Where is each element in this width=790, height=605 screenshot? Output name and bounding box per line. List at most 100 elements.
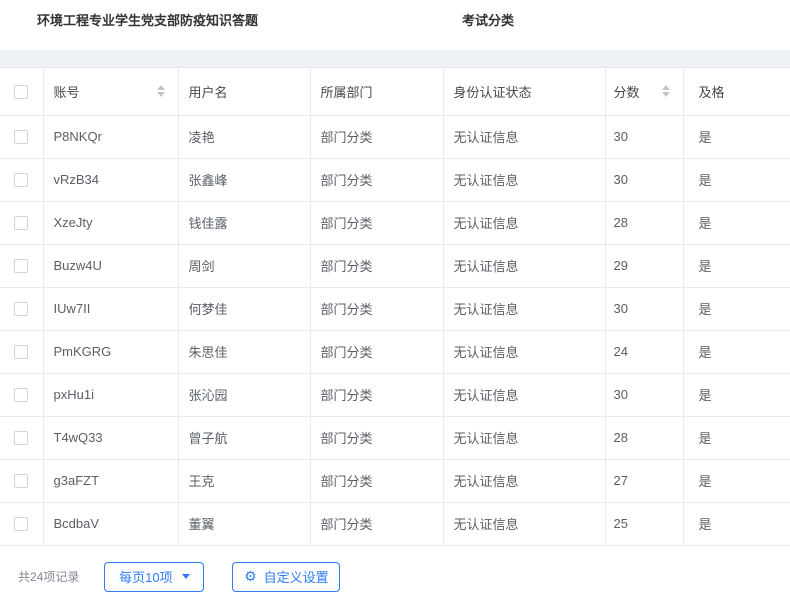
cell-department: 部门分类 (310, 373, 443, 416)
cell-pass: 是 (683, 287, 790, 330)
cell-auth_status: 无认证信息 (443, 201, 605, 244)
row-checkbox[interactable] (14, 302, 28, 316)
cell-account: PmKGRG (43, 330, 178, 373)
cell-username: 曾子航 (178, 416, 310, 459)
table-footer: 共24项记录 每页10项 ⚙ 自定义设置 (0, 546, 790, 595)
page-size-dropdown[interactable]: 每页10项 (104, 562, 204, 592)
cell-department: 部门分类 (310, 201, 443, 244)
cell-department: 部门分类 (310, 416, 443, 459)
table-row: IUw7II何梦佳部门分类无认证信息30是 (0, 287, 790, 330)
gear-icon: ⚙ (244, 570, 257, 584)
page-size-label: 每页10项 (119, 567, 172, 586)
column-header-label: 身份认证状态 (454, 85, 532, 100)
cell-department: 部门分类 (310, 459, 443, 502)
cell-account: vRzB34 (43, 158, 178, 201)
cell-score: 30 (605, 373, 683, 416)
column-header-account[interactable]: 账号 (43, 68, 178, 115)
row-checkbox[interactable] (14, 517, 28, 531)
row-checkbox[interactable] (14, 474, 28, 488)
cell-username: 钱佳露 (178, 201, 310, 244)
cell-username: 张鑫峰 (178, 158, 310, 201)
table-header-row: 账号 用户名 所属部门 身份认证状态 分数 及格 (0, 68, 790, 115)
cell-department: 部门分类 (310, 244, 443, 287)
cell-pass: 是 (683, 416, 790, 459)
sort-caret-icon (662, 85, 670, 97)
table-row: T4wQ33曾子航部门分类无认证信息28是 (0, 416, 790, 459)
cell-score: 30 (605, 115, 683, 158)
column-header-label: 账号 (54, 85, 80, 100)
table-row: XzeJty钱佳露部门分类无认证信息28是 (0, 201, 790, 244)
cell-score: 27 (605, 459, 683, 502)
cell-auth_status: 无认证信息 (443, 502, 605, 545)
row-checkbox[interactable] (14, 259, 28, 273)
column-header-pass: 及格 (683, 68, 790, 115)
cell-pass: 是 (683, 115, 790, 158)
cell-department: 部门分类 (310, 287, 443, 330)
cell-username: 董翼 (178, 502, 310, 545)
cell-score: 28 (605, 416, 683, 459)
row-checkbox-cell (0, 502, 43, 545)
cell-department: 部门分类 (310, 330, 443, 373)
exam-category-label: 考试分类 (462, 10, 514, 29)
exam-results-table: 账号 用户名 所属部门 身份认证状态 分数 及格 P8NKQr凌艳部门分类无认证信息30是… (0, 68, 790, 546)
cell-account: pxHu1i (43, 373, 178, 416)
row-checkbox-cell (0, 459, 43, 502)
row-checkbox[interactable] (14, 216, 28, 230)
column-header-auth_status: 身份认证状态 (443, 68, 605, 115)
cell-account: T4wQ33 (43, 416, 178, 459)
column-header-label: 所属部门 (321, 85, 373, 100)
cell-score: 29 (605, 244, 683, 287)
cell-auth_status: 无认证信息 (443, 287, 605, 330)
cell-account: BcdbaV (43, 502, 178, 545)
column-header-label: 用户名 (189, 85, 228, 100)
cell-account: Buzw4U (43, 244, 178, 287)
column-header-username: 用户名 (178, 68, 310, 115)
column-header-score[interactable]: 分数 (605, 68, 683, 115)
row-checkbox[interactable] (14, 345, 28, 359)
cell-auth_status: 无认证信息 (443, 330, 605, 373)
custom-settings-button[interactable]: ⚙ 自定义设置 (232, 562, 340, 592)
table-row: PmKGRG朱思佳部门分类无认证信息24是 (0, 330, 790, 373)
row-checkbox-cell (0, 244, 43, 287)
sort-caret-icon (157, 85, 165, 97)
cell-username: 朱思佳 (178, 330, 310, 373)
cell-auth_status: 无认证信息 (443, 115, 605, 158)
top-bar: 环境工程专业学生党支部防疫知识答题 考试分类 (0, 0, 790, 50)
cell-pass: 是 (683, 373, 790, 416)
cell-auth_status: 无认证信息 (443, 158, 605, 201)
cell-auth_status: 无认证信息 (443, 373, 605, 416)
row-checkbox[interactable] (14, 173, 28, 187)
table-row: P8NKQr凌艳部门分类无认证信息30是 (0, 115, 790, 158)
custom-settings-label: 自定义设置 (264, 567, 329, 586)
cell-score: 24 (605, 330, 683, 373)
row-checkbox-cell (0, 201, 43, 244)
cell-pass: 是 (683, 502, 790, 545)
header-checkbox-cell (0, 68, 43, 115)
cell-auth_status: 无认证信息 (443, 459, 605, 502)
cell-account: g3aFZT (43, 459, 178, 502)
cell-pass: 是 (683, 330, 790, 373)
cell-score: 30 (605, 287, 683, 330)
cell-score: 25 (605, 502, 683, 545)
select-all-checkbox[interactable] (14, 85, 28, 99)
column-header-department: 所属部门 (310, 68, 443, 115)
cell-department: 部门分类 (310, 115, 443, 158)
separator-band (0, 50, 790, 68)
cell-pass: 是 (683, 459, 790, 502)
row-checkbox[interactable] (14, 130, 28, 144)
cell-pass: 是 (683, 158, 790, 201)
row-checkbox-cell (0, 158, 43, 201)
cell-auth_status: 无认证信息 (443, 244, 605, 287)
cell-account: IUw7II (43, 287, 178, 330)
table-row: g3aFZT王克部门分类无认证信息27是 (0, 459, 790, 502)
table-row: BcdbaV董翼部门分类无认证信息25是 (0, 502, 790, 545)
column-header-label: 及格 (699, 85, 725, 100)
chevron-down-icon (182, 574, 190, 579)
row-checkbox[interactable] (14, 431, 28, 445)
cell-username: 张沁园 (178, 373, 310, 416)
column-header-label: 分数 (614, 85, 640, 100)
cell-account: P8NKQr (43, 115, 178, 158)
cell-score: 28 (605, 201, 683, 244)
row-checkbox[interactable] (14, 388, 28, 402)
total-records-text: 共24项记录 (18, 568, 79, 585)
